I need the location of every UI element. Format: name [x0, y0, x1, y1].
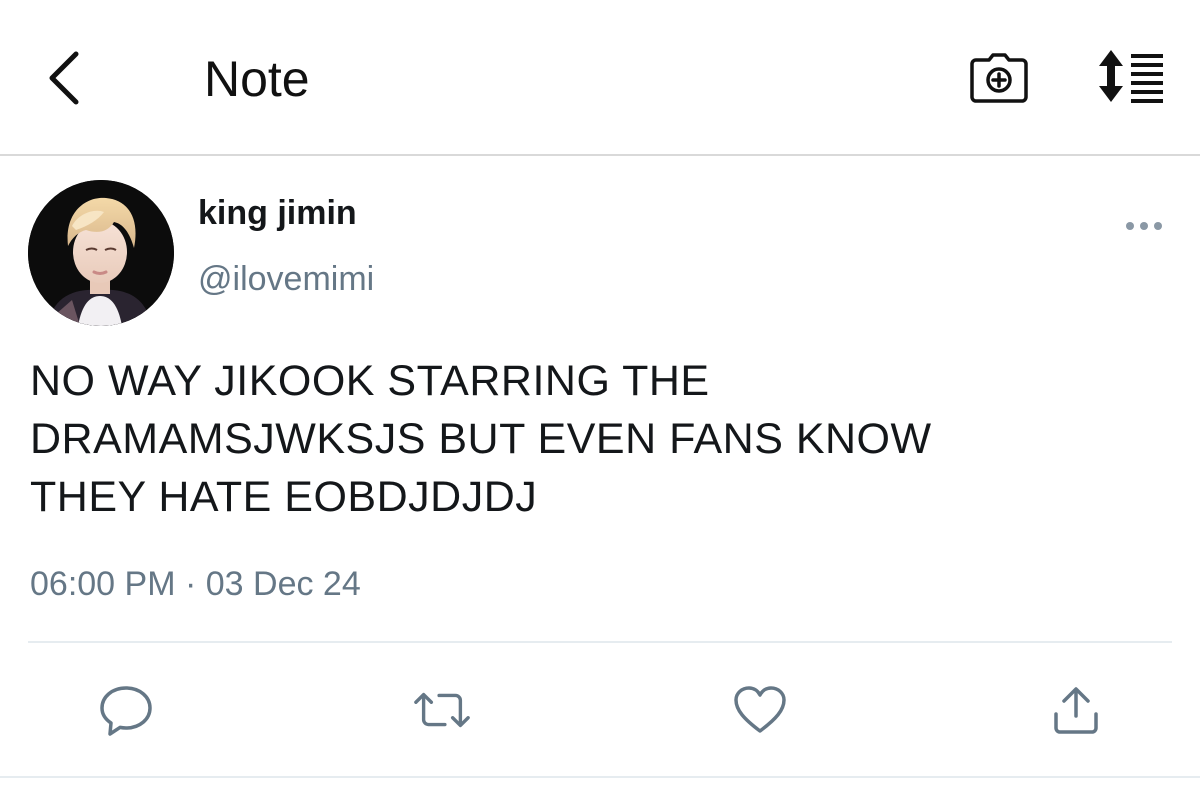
profile-photo — [28, 180, 174, 326]
divider — [28, 641, 1172, 643]
more-options-button[interactable] — [1120, 208, 1168, 244]
share-icon — [1054, 687, 1098, 734]
tweet-text: NO WAY JIKOOK STARRING THE DRAMAMSJWKSJS… — [30, 357, 932, 521]
tweet-timestamp[interactable]: 06:00 PM · 03 Dec 24 — [30, 562, 361, 606]
heart-icon — [734, 686, 786, 733]
more-options-icon — [1126, 222, 1162, 230]
page-title: Note — [204, 51, 310, 107]
bottom-divider — [0, 776, 1200, 778]
user-handle[interactable]: @ilovemimi — [198, 258, 374, 300]
app-header: Note — [0, 0, 1200, 156]
share-button[interactable] — [1046, 680, 1106, 740]
sort-list-icon — [1099, 50, 1163, 103]
reply-button[interactable] — [96, 680, 156, 740]
display-name[interactable]: king jimin — [198, 192, 357, 234]
back-button[interactable] — [36, 48, 92, 108]
like-button[interactable] — [730, 680, 790, 740]
camera-button[interactable] — [966, 48, 1032, 108]
retweet-button[interactable] — [412, 680, 472, 740]
camera-add-icon — [970, 53, 1028, 103]
chevron-left-icon — [49, 51, 79, 105]
avatar[interactable] — [28, 180, 174, 326]
retweet-icon — [414, 692, 470, 728]
reply-icon — [100, 686, 152, 736]
sort-button[interactable] — [1094, 44, 1170, 108]
